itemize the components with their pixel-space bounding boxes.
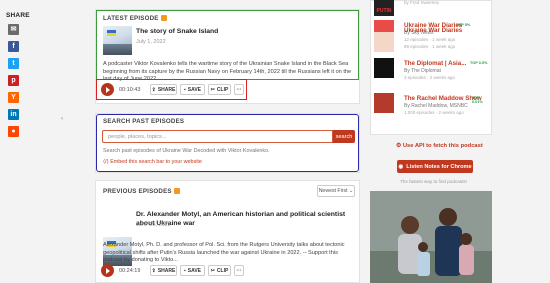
- api-fetch-link[interactable]: ⚙ Use API to fetch this podcast: [396, 143, 483, 149]
- search-heading: SEARCH PAST EPISODES: [103, 118, 185, 125]
- latest-episode-title[interactable]: The story of Snake Island: [136, 28, 218, 35]
- clip-button[interactable]: ✂ CLIP: [208, 265, 231, 276]
- advertisement-image[interactable]: [370, 191, 492, 283]
- share-pinterest-icon[interactable]: p: [8, 75, 19, 86]
- previous-episodes-heading: PREVIOUS EPISODES: [103, 188, 180, 195]
- embed-search-link[interactable]: ⟨/⟩ Embed this search bar to your websit…: [103, 159, 202, 165]
- latest-episode-duration: 00:10:43: [119, 87, 141, 93]
- rank-badge: TOP 0.5%: [470, 61, 488, 65]
- play-button[interactable]: [101, 264, 114, 277]
- podcast-thumbnail: PUTIN: [374, 0, 394, 16]
- share-icon: ⇪: [151, 86, 156, 93]
- podcast-item[interactable]: Ukraine War Diaries 89 episodes · 1 week…: [374, 27, 489, 56]
- podcast-item[interactable]: The Diplomat | Asia... TOP 0.5% By The D…: [374, 58, 489, 82]
- clip-button[interactable]: ✂ CLIP: [208, 84, 231, 95]
- episode-thumbnail[interactable]: [103, 26, 132, 55]
- share-icon: ⇪: [151, 267, 156, 274]
- podcast-item[interactable]: PUTIN: [374, 0, 489, 16]
- podcast-item[interactable]: The Rachel Maddow Show TOP 0.01% By Rach…: [374, 93, 489, 117]
- podcast-title: The Rachel Maddow Show: [404, 95, 482, 102]
- share-hackernews-icon[interactable]: Y: [8, 92, 19, 103]
- bookmark-icon: ▪: [183, 86, 186, 93]
- latest-episode-heading: LATEST EPISODE: [103, 15, 167, 22]
- share-button[interactable]: ⇪ SHARE: [150, 265, 177, 276]
- podcast-title: The Diplomat | Asia...: [404, 60, 467, 67]
- collapse-chevron-icon[interactable]: ‹: [61, 116, 63, 122]
- sort-dropdown[interactable]: Newest First ⌄: [317, 185, 355, 197]
- search-note: Search past episodes of Ukraine War Deco…: [103, 148, 270, 154]
- podcast-thumbnail: [374, 58, 394, 78]
- more-button[interactable]: ···: [234, 84, 244, 95]
- save-button[interactable]: ▪ SAVE: [180, 265, 205, 276]
- podcast-thumbnail: [374, 32, 394, 52]
- bookmark-icon: ▪: [183, 267, 186, 274]
- share-reddit-icon[interactable]: ●: [8, 126, 19, 137]
- podcast-meta: 3 episodes · 2 weeks ago: [404, 75, 456, 80]
- previous-episode-date: June 23, 2022: [136, 222, 171, 228]
- podcast-author: By The Diplomat: [404, 68, 441, 74]
- save-button[interactable]: ▪ SAVE: [180, 84, 205, 95]
- more-button[interactable]: ···: [234, 265, 244, 276]
- scissors-icon: ✂: [210, 267, 215, 274]
- latest-episode-date: July 1, 2022: [136, 39, 166, 45]
- chrome-tagline: The fastest way to find podcasts!: [400, 179, 467, 184]
- podcast-meta: 1,000 episodes · 2 weeks ago: [404, 110, 464, 115]
- share-twitter-icon[interactable]: t: [8, 58, 19, 69]
- chrome-icon: ◉: [398, 163, 404, 170]
- podcast-meta: 89 episodes · 1 week ago: [404, 44, 456, 49]
- share-email-icon[interactable]: ✉: [8, 24, 19, 35]
- chrome-extension-button[interactable]: ◉ Listen Notes for Chrome: [397, 160, 473, 173]
- podcast-author: By Rachel Maddow, MSNBC: [404, 103, 468, 109]
- share-label: SHARE: [6, 12, 30, 19]
- rss-icon[interactable]: [160, 15, 167, 21]
- podcast-thumbnail: [374, 93, 394, 113]
- previous-episode-description: Alexander Motyl, Ph. D. and professor of…: [103, 242, 345, 264]
- podcast-title: Ukraine War Diaries: [404, 27, 463, 34]
- previous-episode-duration: 00:24:19: [119, 268, 141, 274]
- rank-badge: TOP 0.01%: [472, 96, 483, 104]
- scissors-icon: ✂: [210, 86, 215, 93]
- search-button[interactable]: search: [333, 130, 355, 143]
- share-button[interactable]: ⇪ SHARE: [150, 84, 177, 95]
- search-input[interactable]: people, places, topics...: [102, 130, 333, 143]
- play-button[interactable]: [101, 83, 114, 96]
- api-icon: ⚙: [396, 143, 403, 149]
- rss-icon[interactable]: [173, 188, 180, 194]
- share-facebook-icon[interactable]: f: [8, 41, 19, 52]
- share-linkedin-icon[interactable]: in: [8, 109, 19, 120]
